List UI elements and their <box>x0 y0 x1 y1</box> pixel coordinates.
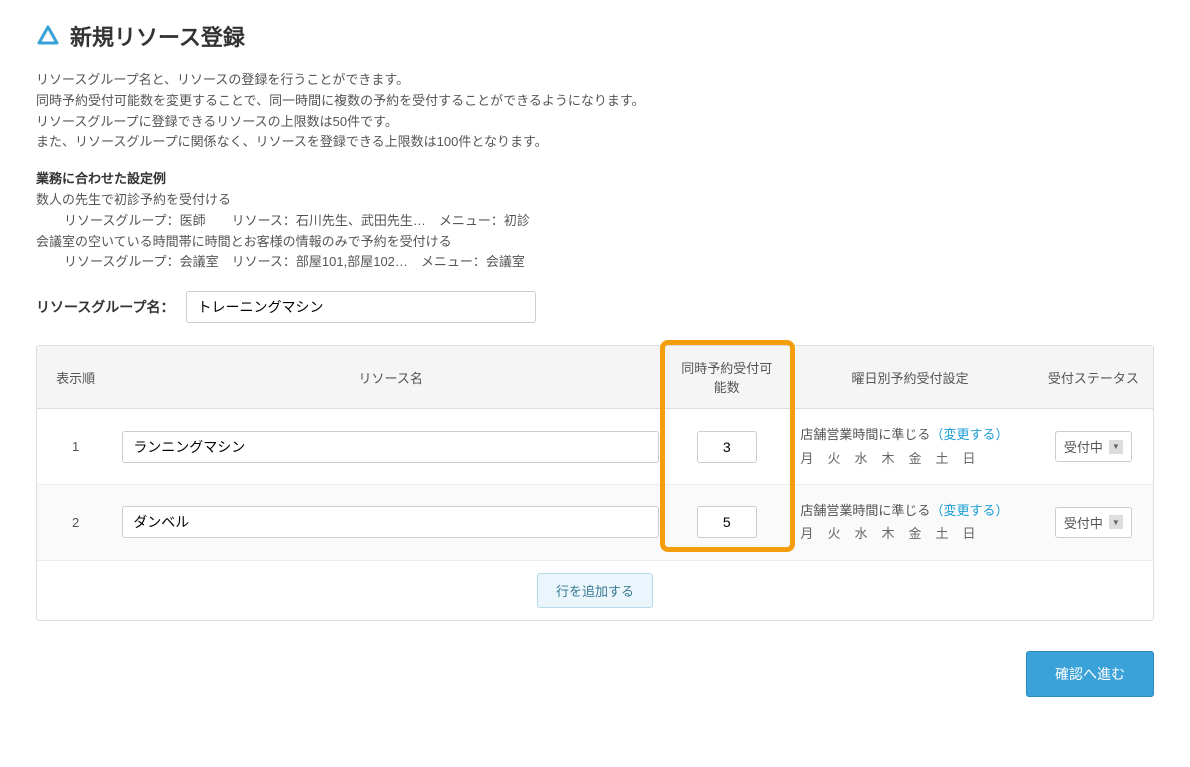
group-name-input[interactable] <box>186 291 536 323</box>
weekday-base: 店舗営業時間に準じる <box>800 503 930 518</box>
page-title: 新規リソース登録 <box>70 20 245 52</box>
resource-name-input[interactable] <box>122 431 659 463</box>
page-title-row: 新規リソース登録 <box>36 20 1154 52</box>
example-title: 業務に合わせた設定例 <box>36 169 1154 190</box>
day-fri: 金 <box>908 447 921 470</box>
cell-order: 2 <box>37 484 114 560</box>
table-row: 2 店舗営業時間に準じる（変更する） 月火水木金土日 受付中 ▼ <box>37 484 1153 560</box>
group-name-label: リソースグループ名： <box>36 297 174 317</box>
day-sat: 土 <box>936 522 949 545</box>
day-sat: 土 <box>936 447 949 470</box>
example-case-desc: 会議室の空いている時間帯に時間とお客様の情報のみで予約を受付ける <box>36 232 1154 253</box>
example-block: 業務に合わせた設定例 数人の先生で初診予約を受付ける リソースグループ：医師 リ… <box>36 169 1154 273</box>
group-name-row: リソースグループ名： <box>36 291 1154 323</box>
chevron-down-icon: ▼ <box>1109 440 1123 454</box>
th-name: リソース名 <box>114 346 667 409</box>
status-select[interactable]: 受付中 ▼ <box>1055 507 1132 538</box>
submit-row: 確認へ進む <box>36 651 1154 697</box>
weekday-list: 月火水木金土日 <box>800 522 1019 545</box>
example-case-detail: リソースグループ：医師 リソース：石川先生、武田先生… メニュー：初診 <box>36 211 1154 232</box>
example-case-detail: リソースグループ：会議室 リソース：部屋101,部屋102… メニュー：会議室 <box>36 252 1154 273</box>
description-block: リソースグループ名と、リソースの登録を行うことができます。 同時予約受付可能数を… <box>36 70 1154 153</box>
day-wed: 水 <box>854 447 867 470</box>
resource-name-input[interactable] <box>122 506 659 538</box>
th-order: 表示順 <box>37 346 114 409</box>
day-wed: 水 <box>854 522 867 545</box>
weekday-change-link[interactable]: （変更する） <box>930 427 1008 442</box>
day-mon: 月 <box>800 447 813 470</box>
day-sun: 日 <box>963 522 976 545</box>
day-sun: 日 <box>963 447 976 470</box>
confirm-button[interactable]: 確認へ進む <box>1026 651 1154 697</box>
chevron-down-icon: ▼ <box>1109 515 1123 529</box>
cell-weekday: 店舗営業時間に準じる（変更する） 月火水木金土日 <box>786 409 1033 485</box>
concurrent-input[interactable] <box>697 506 757 538</box>
weekday-change-link[interactable]: （変更する） <box>930 503 1008 518</box>
add-row-button[interactable]: 行を追加する <box>537 573 653 608</box>
resource-table: 表示順 リソース名 同時予約受付可能数 曜日別予約受付設定 受付ステータス 1 … <box>37 346 1153 561</box>
status-select[interactable]: 受付中 ▼ <box>1055 431 1132 462</box>
cell-order: 1 <box>37 409 114 485</box>
status-value: 受付中 <box>1064 513 1103 532</box>
cell-weekday: 店舗営業時間に準じる（変更する） 月火水木金土日 <box>786 484 1033 560</box>
desc-line: 同時予約受付可能数を変更することで、同一時間に複数の予約を受付することができるよ… <box>36 91 1154 112</box>
add-row-wrap: 行を追加する <box>37 561 1153 620</box>
table-row: 1 店舗営業時間に準じる（変更する） 月火水木金土日 受付中 ▼ <box>37 409 1153 485</box>
day-thu: 木 <box>881 522 894 545</box>
desc-line: リソースグループ名と、リソースの登録を行うことができます。 <box>36 70 1154 91</box>
th-status: 受付ステータス <box>1034 346 1153 409</box>
th-weekday: 曜日別予約受付設定 <box>786 346 1033 409</box>
triangle-icon <box>36 24 60 48</box>
resource-table-wrap: 表示順 リソース名 同時予約受付可能数 曜日別予約受付設定 受付ステータス 1 … <box>36 345 1154 621</box>
day-mon: 月 <box>800 522 813 545</box>
status-value: 受付中 <box>1064 437 1103 456</box>
weekday-base: 店舗営業時間に準じる <box>800 427 930 442</box>
concurrent-input[interactable] <box>697 431 757 463</box>
desc-line: リソースグループに登録できるリソースの上限数は50件です。 <box>36 112 1154 133</box>
example-case-desc: 数人の先生で初診予約を受付ける <box>36 190 1154 211</box>
day-tue: 火 <box>827 522 840 545</box>
desc-line: また、リソースグループに関係なく、リソースを登録できる上限数は100件となります… <box>36 132 1154 153</box>
weekday-list: 月火水木金土日 <box>800 447 1019 470</box>
day-fri: 金 <box>908 522 921 545</box>
day-thu: 木 <box>881 447 894 470</box>
day-tue: 火 <box>827 447 840 470</box>
th-concurrent: 同時予約受付可能数 <box>667 346 786 409</box>
